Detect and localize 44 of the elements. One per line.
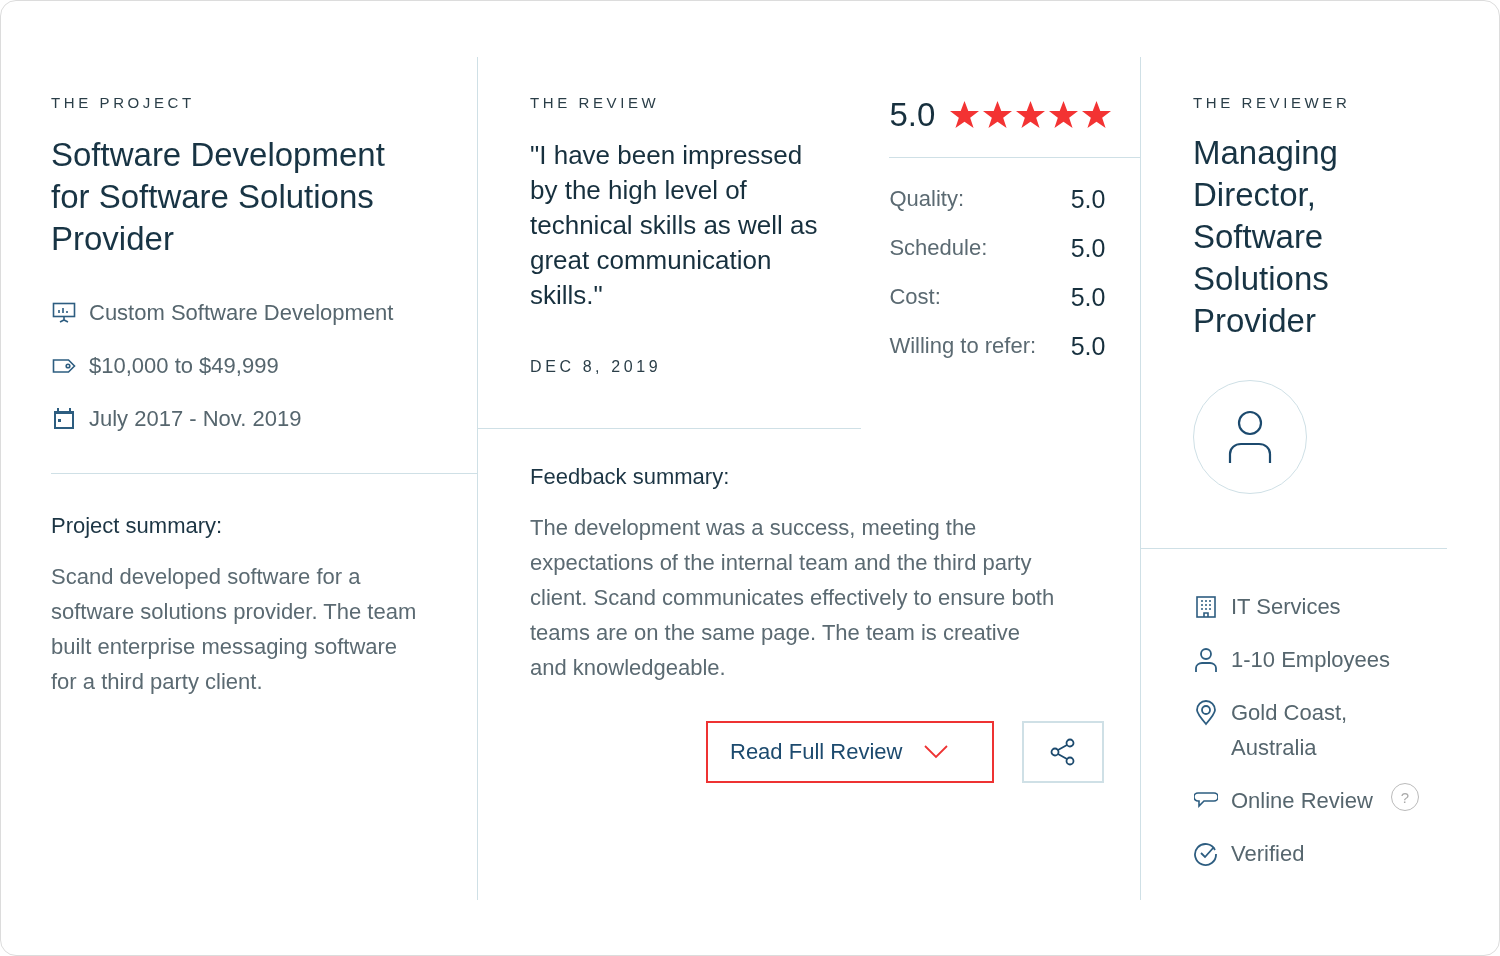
detail-text: $10,000 to $49,999	[89, 352, 279, 380]
calendar-icon	[52, 406, 76, 431]
presentation-board-icon	[52, 301, 76, 324]
review-quote: "I have been impressed by the high level of technical skills as well as great communication skills."	[530, 139, 819, 312]
detail-text: Custom Software Development	[89, 299, 394, 327]
building-icon	[1195, 594, 1217, 619]
project-summary: Scand developed software for a software solutions provider. The team built enterprise messaging software for a third party client.	[51, 563, 418, 696]
tag-icon	[52, 357, 76, 374]
feedback-heading: Feedback summary:	[530, 463, 731, 491]
detail-text: 1-10 Employees	[1231, 646, 1390, 674]
score-label: Willing to refer:	[889, 332, 1037, 360]
detail-text: July 2017 - Nov. 2019	[89, 405, 302, 433]
detail-text: Verified	[1231, 840, 1305, 868]
feedback-summary: The development was a success, meeting the expectations of the internal team and the third party client. Scand communicates effectively to ensure both teams are on the same page. The team is creative and knowledgeable.	[530, 514, 1056, 682]
read-review-button[interactable]: Read Full Review	[706, 721, 994, 783]
summary-heading: Project summary:	[51, 512, 224, 540]
star-icon	[1048, 100, 1080, 130]
score-value: 5.0	[1070, 184, 1106, 214]
project-title: Software Development for Software Solutions Provider	[51, 135, 386, 259]
score-value: 5.0	[1070, 282, 1106, 312]
section-label: THE REVIEWER	[1193, 94, 1352, 112]
check-circle-icon	[1193, 840, 1219, 867]
detail-text: IT Services	[1231, 593, 1341, 621]
score-label: Cost:	[889, 283, 941, 311]
score-value: 5.0	[1070, 331, 1106, 361]
score-value: 5.0	[1070, 233, 1106, 263]
review-date: DEC 8, 2019	[530, 358, 663, 376]
location-pin-icon	[1195, 699, 1217, 726]
share-icon	[1050, 738, 1076, 766]
overall-rating: 5.0	[889, 95, 936, 135]
star-icon	[1015, 100, 1047, 130]
star-icon	[1081, 100, 1113, 130]
star-icon	[982, 100, 1014, 130]
detail-text: Gold Coast, Australia	[1231, 699, 1349, 762]
section-label: THE REVIEW	[530, 94, 661, 112]
detail-text: Online Review	[1231, 787, 1373, 815]
score-label: Quality:	[889, 185, 965, 213]
chevron-down-icon	[924, 745, 949, 759]
reviewer-title: Managing Director, Software Solutions Provider	[1193, 133, 1339, 341]
section-label: THE PROJECT	[51, 94, 196, 112]
person-icon	[1194, 646, 1218, 673]
star-icon	[949, 100, 981, 130]
share-button[interactable]	[1022, 721, 1104, 783]
score-label: Schedule:	[889, 234, 988, 262]
